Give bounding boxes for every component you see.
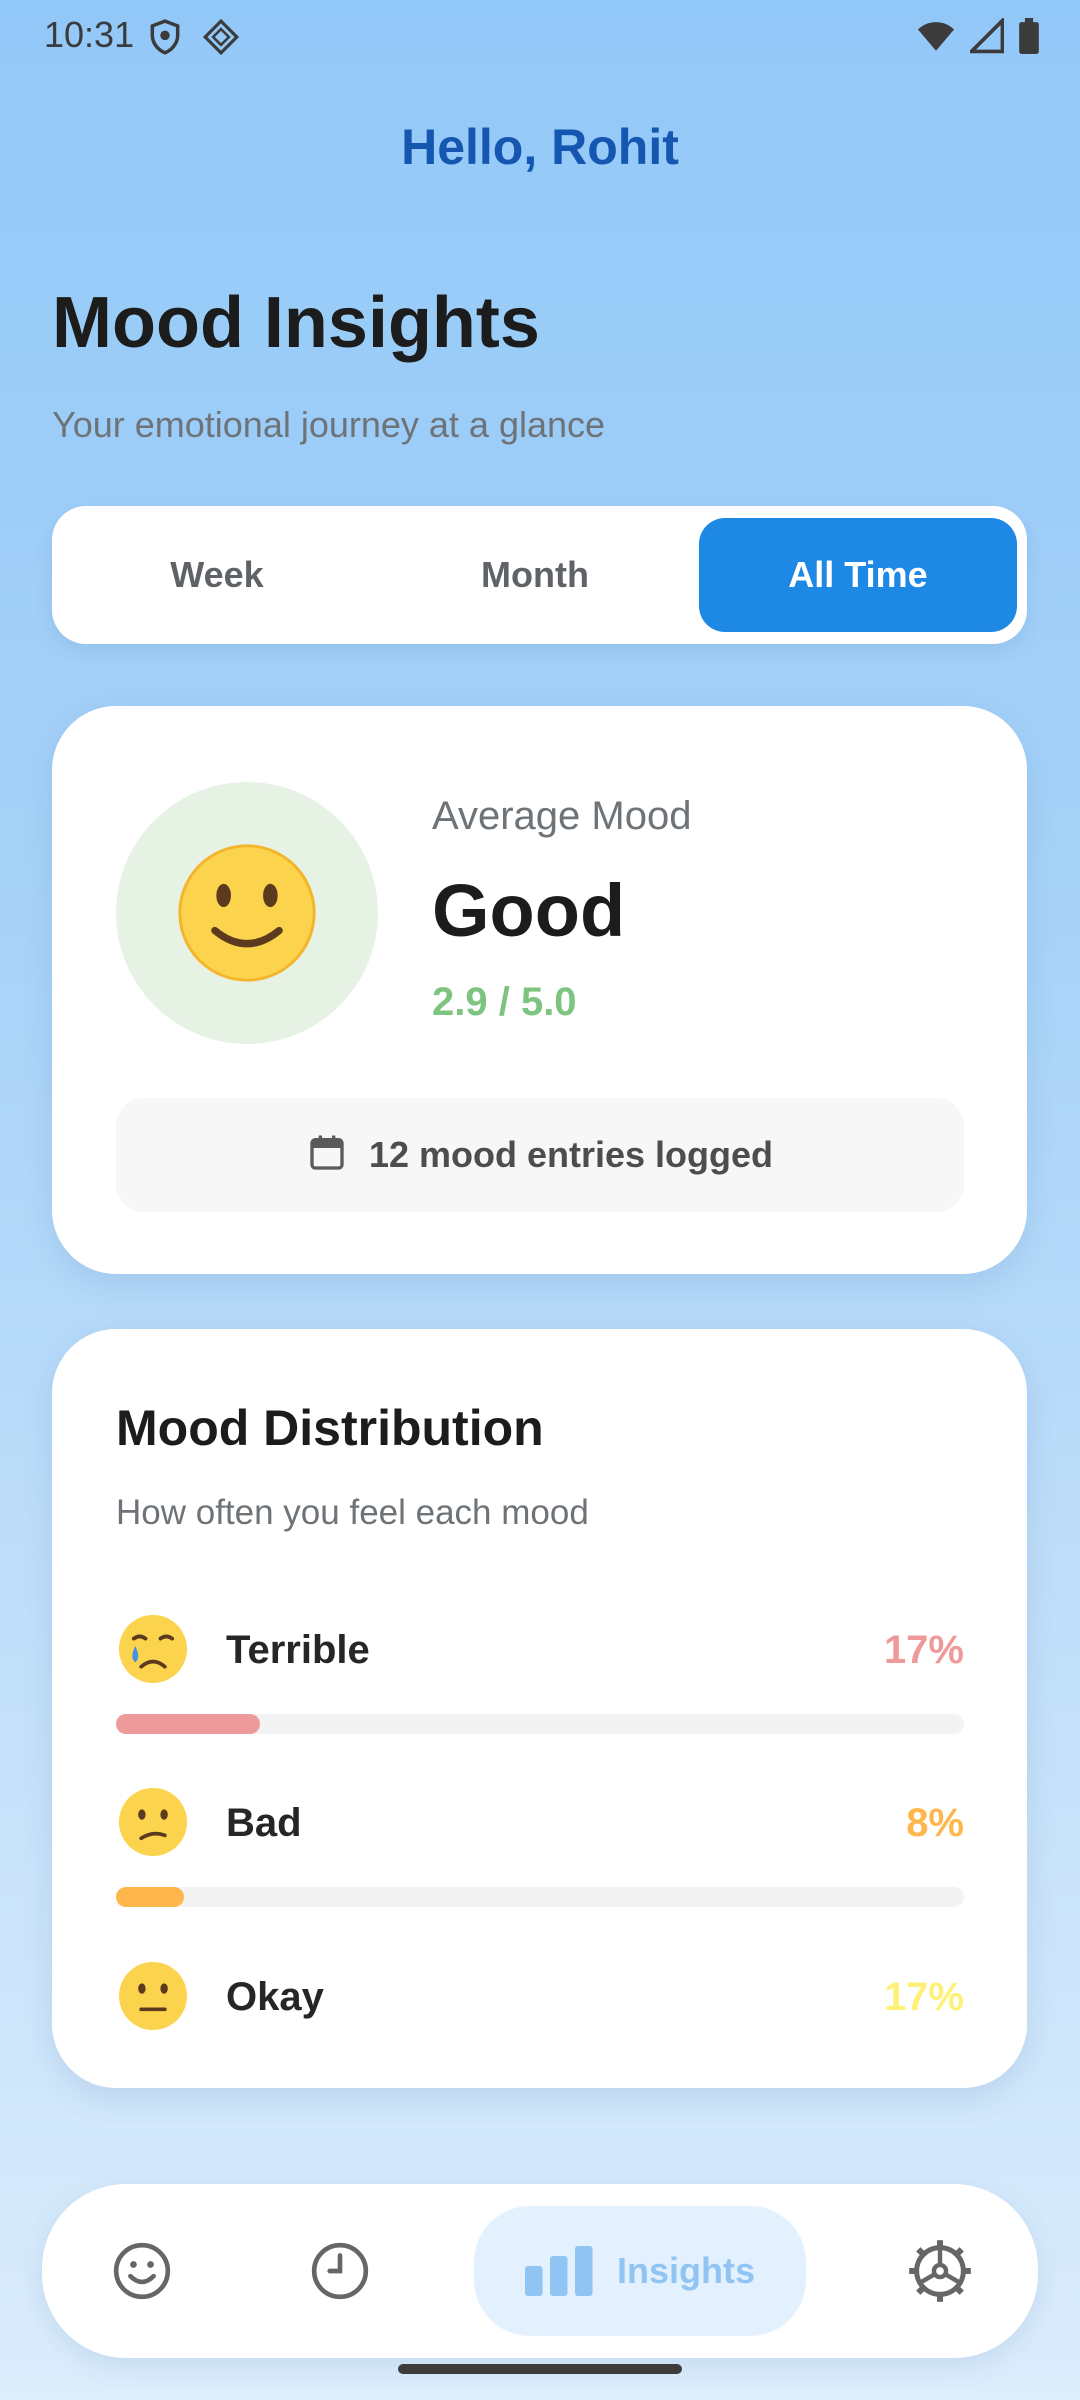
period-tabs: Week Month All Time (52, 506, 1027, 644)
distribution-subtitle: How often you feel each mood (116, 1493, 589, 1532)
tab-all-time[interactable]: All Time (699, 518, 1017, 632)
calendar-icon (307, 1132, 347, 1179)
entries-summary: 12 mood entries logged (116, 1098, 964, 1212)
mood-bar-track (116, 1887, 964, 1907)
mood-percent: 17% (883, 1975, 964, 2019)
mood-row-bad: Bad 8% (116, 1785, 964, 1865)
average-mood-value: Good (432, 869, 626, 952)
mood-bar-fill-terrible (116, 1714, 261, 1734)
nav-mood[interactable] (82, 2184, 202, 2358)
status-bar: 10:31 (0, 0, 1080, 72)
crying-face-icon (118, 1614, 188, 1684)
bottom-navigation: Insights (42, 2184, 1038, 2358)
confused-face-icon (118, 1787, 188, 1857)
mood-percent: 8% (906, 1801, 964, 1845)
page-title: Mood Insights (52, 283, 540, 363)
page-subtitle: Your emotional journey at a glance (52, 404, 606, 445)
average-mood-score: 2.9 / 5.0 (432, 980, 577, 1024)
mood-distribution-card: Mood Distribution How often you feel eac… (52, 1329, 1027, 2088)
mood-row-terrible: Terrible 17% (116, 1612, 964, 1692)
shield-icon (146, 18, 184, 56)
signal-icon (967, 16, 1005, 59)
clock-icon (311, 2242, 369, 2300)
nav-insights[interactable]: Insights (474, 2206, 806, 2336)
mood-label: Terrible (226, 1628, 370, 1672)
entries-count-text: 12 mood entries logged (368, 1134, 774, 1175)
wifi-icon (916, 18, 956, 59)
slightly-smiling-face-icon (178, 844, 316, 982)
mood-percent: 17% (883, 1628, 964, 1672)
nav-settings[interactable] (880, 2184, 1000, 2358)
neutral-face-icon (118, 1961, 188, 2031)
status-time: 10:31 (44, 14, 135, 55)
mood-bar-fill-bad (116, 1887, 184, 1907)
mood-row-okay: Okay 17% (116, 1959, 964, 2039)
distribution-title: Mood Distribution (116, 1400, 544, 1456)
diamond-badge-icon (202, 18, 240, 56)
greeting: Hello, Rohit (401, 119, 679, 175)
tab-week[interactable]: Week (64, 518, 370, 632)
mood-label: Okay (226, 1975, 324, 2019)
nav-history[interactable] (280, 2184, 400, 2358)
average-mood-emoji-circle (116, 782, 378, 1044)
average-mood-label: Average Mood (432, 794, 692, 838)
settings-wheel-icon (909, 2240, 971, 2302)
home-indicator (398, 2364, 682, 2374)
mood-bar-track (116, 1714, 964, 1734)
nav-insights-label: Insights (616, 2250, 755, 2291)
battery-icon (1018, 18, 1040, 59)
smiley-icon (113, 2242, 171, 2300)
mood-label: Bad (226, 1801, 302, 1845)
bar-chart-icon (524, 2246, 593, 2296)
tab-month[interactable]: Month (382, 518, 688, 632)
average-mood-card: Average Mood Good 2.9 / 5.0 12 mood entr… (52, 706, 1027, 1274)
